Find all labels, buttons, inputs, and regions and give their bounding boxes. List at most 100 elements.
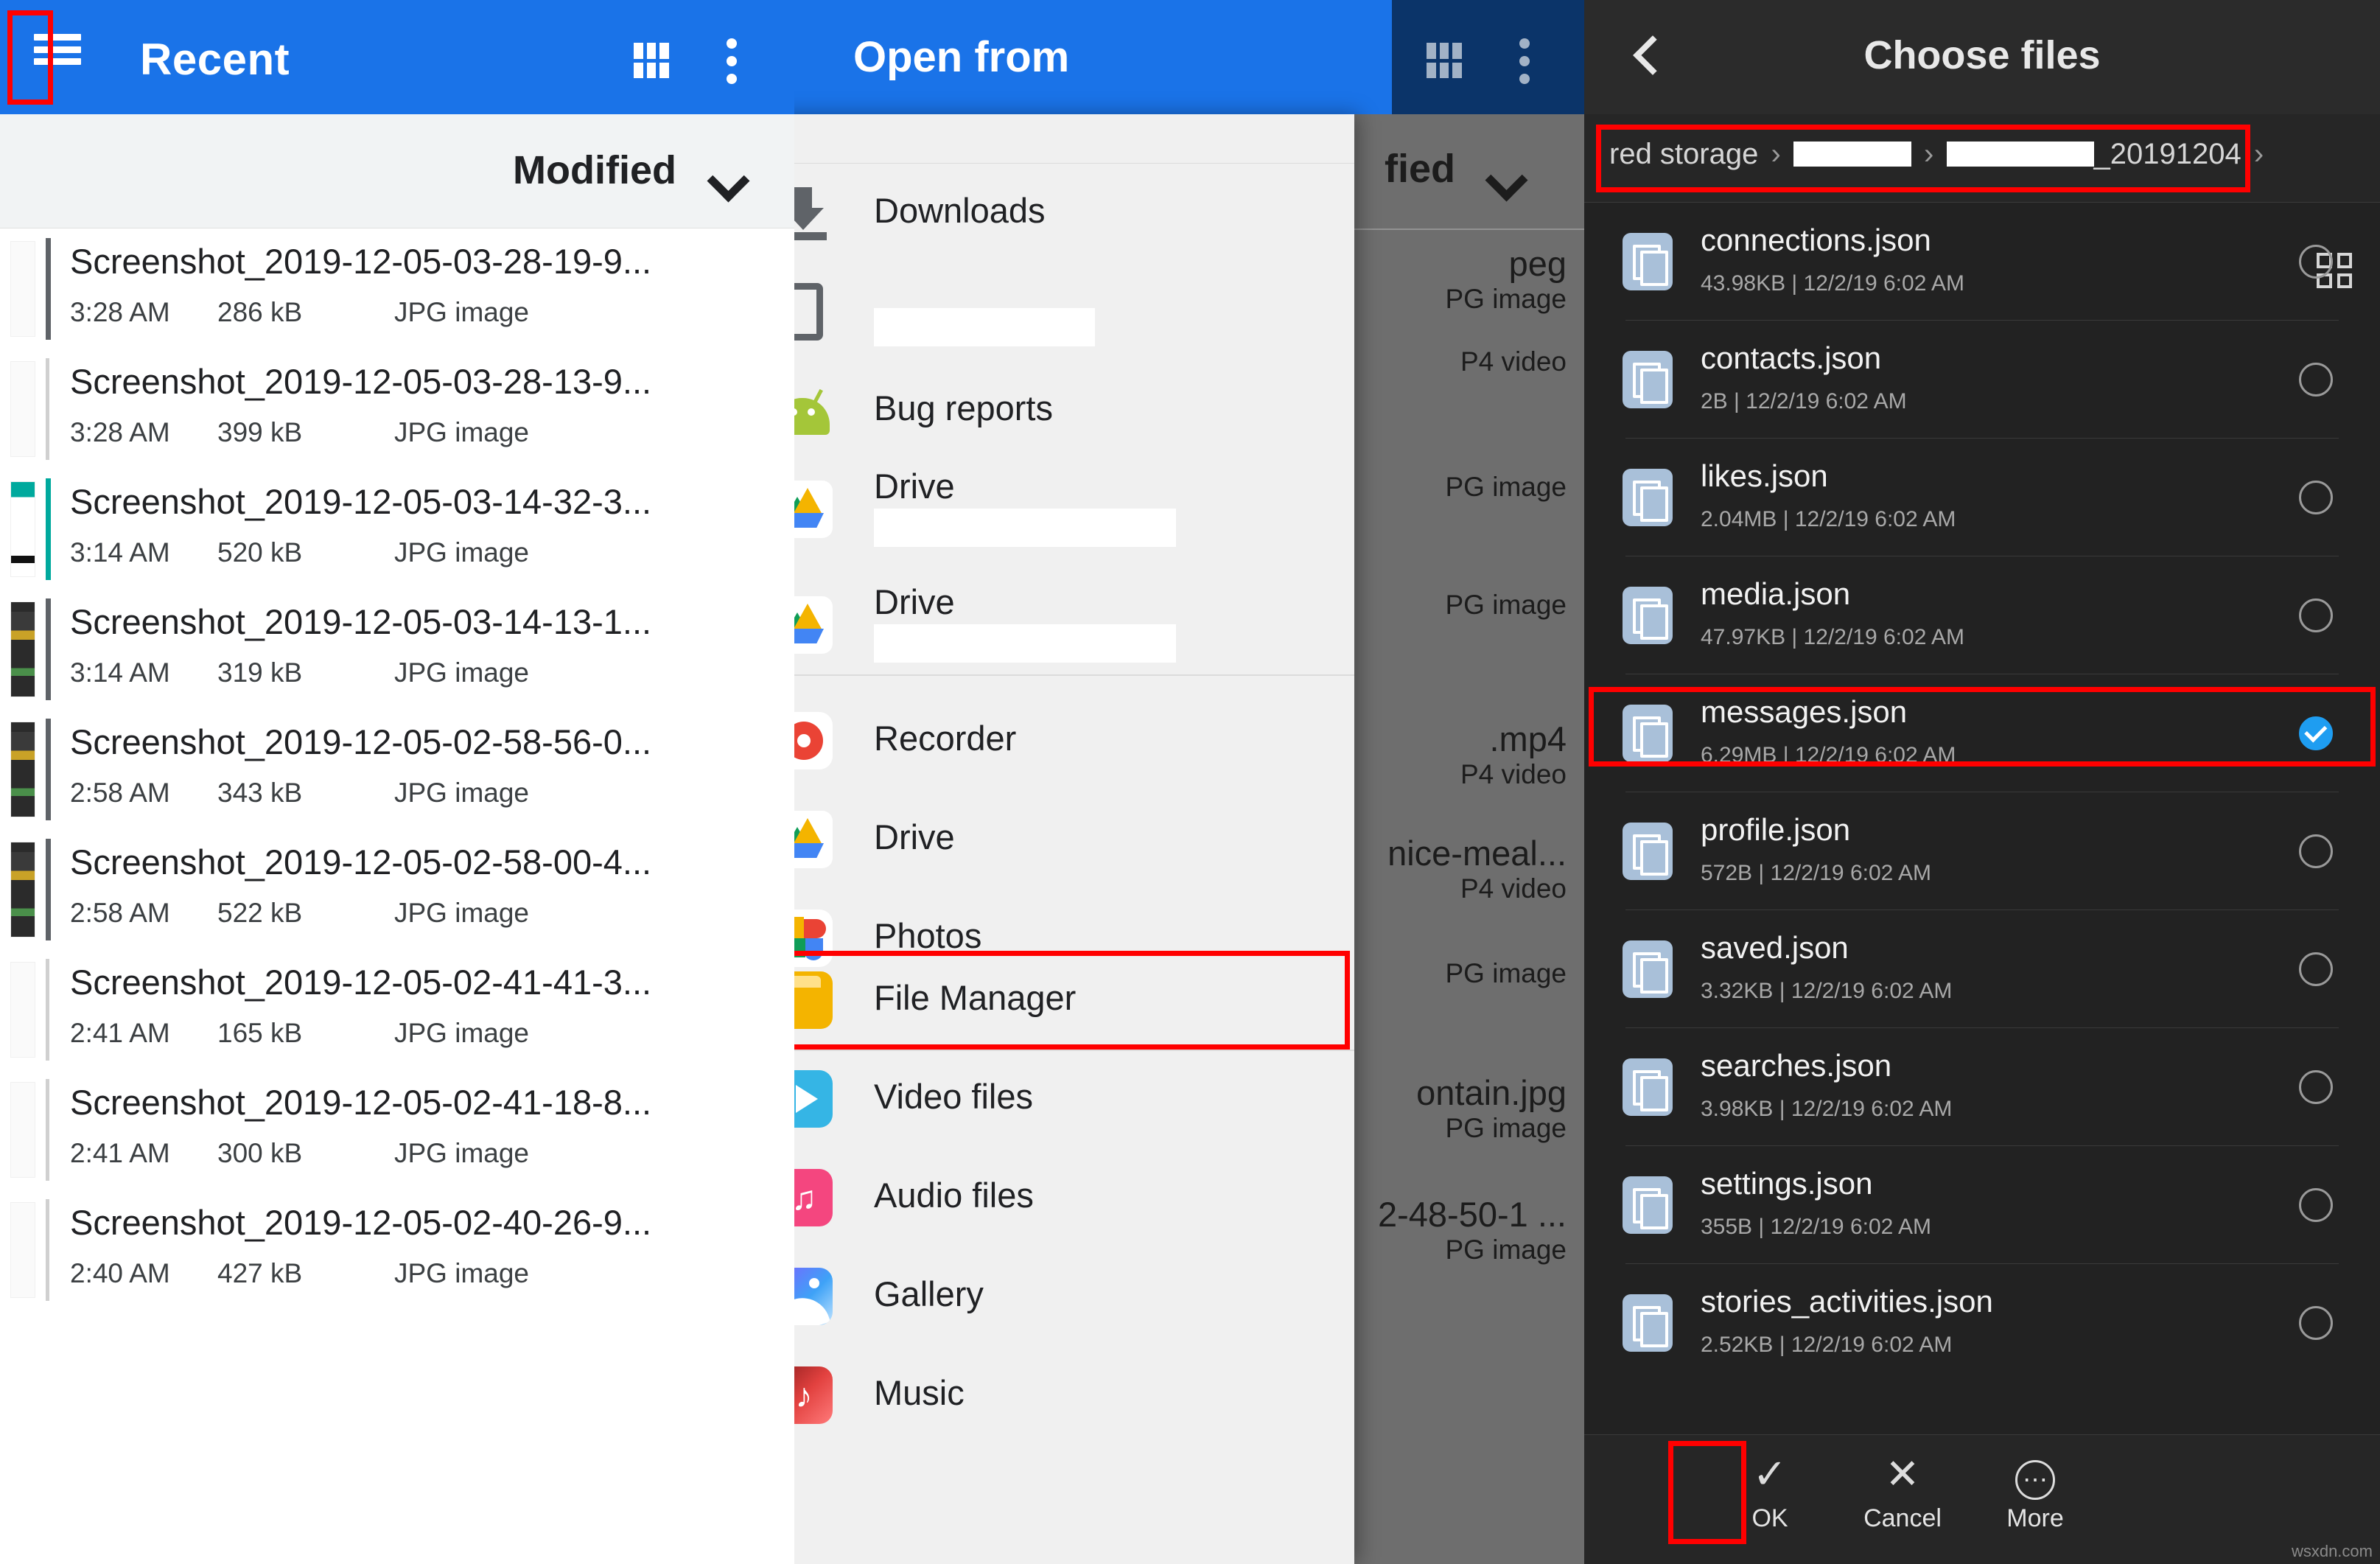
file-thumbnail [10, 722, 35, 817]
file-size: 522 kB [217, 898, 303, 928]
file-time: 2:40 AM [70, 1258, 170, 1288]
open-from-title: Open from [853, 33, 1070, 81]
drawer-item-label: Downloads [874, 191, 1046, 230]
file-type: JPG image [394, 778, 530, 808]
file-meta: 2.04MB | 12/2/19 6:02 AM [1701, 507, 1956, 531]
drawer-item-redacted[interactable] [794, 262, 1354, 361]
sort-label[interactable]: Modified [513, 147, 676, 193]
file-thumbnail-strip [46, 238, 51, 340]
drawer-item-gallery[interactable]: Gallery [794, 1247, 1354, 1346]
table-row[interactable]: searches.json 3.98KB | 12/2/19 6:02 AM [1584, 1029, 2380, 1147]
dimmed-file-row: peg PG image [1445, 243, 1567, 315]
breadcrumb-separator-3: › [2253, 138, 2264, 170]
row-divider [1625, 438, 2339, 439]
grid-view-icon[interactable] [1427, 43, 1462, 78]
file-name: .mp4 [1489, 719, 1567, 758]
more-button[interactable]: ⋯ More [1969, 1448, 2101, 1551]
recent-file-row[interactable]: Screenshot_2019-12-05-03-28-19-9... 3:28 … [0, 229, 794, 349]
file-size: 286 kB [217, 297, 303, 327]
table-row[interactable]: likes.json 2.04MB | 12/2/19 6:02 AM [1584, 439, 2380, 557]
table-row[interactable]: messages.json 6.29MB | 12/2/19 6:02 AM [1584, 675, 2380, 793]
table-row[interactable]: connections.json 43.98KB | 12/2/19 6:02 A… [1584, 203, 2380, 321]
drawer-item-label: Drive [874, 467, 955, 506]
more-vertical-icon[interactable] [727, 38, 737, 84]
file-select-radio[interactable] [2299, 1070, 2333, 1104]
open-from-appbar: Open from [794, 0, 1584, 114]
drawer-item-drive[interactable]: Drive [794, 790, 1354, 889]
drawer-item-music[interactable]: ♪ Music [794, 1346, 1354, 1445]
file-select-radio[interactable] [2299, 834, 2333, 868]
file-time: 2:58 AM [70, 778, 170, 808]
drawer-item-bug-reports[interactable]: Bug reports [794, 361, 1354, 460]
file-meta: 3.98KB | 12/2/19 6:02 AM [1701, 1097, 1953, 1121]
table-row[interactable]: settings.json 355B | 12/2/19 6:02 AM [1584, 1147, 2380, 1265]
file-manager-highlight-box [794, 951, 1350, 1050]
recent-file-row[interactable]: Screenshot_2019-12-05-02-41-18-8... 2:41 … [0, 1070, 794, 1190]
dimmed-file-row: nice-meal... P4 video [1387, 833, 1567, 904]
file-meta: 355B | 12/2/19 6:02 AM [1701, 1215, 1932, 1239]
chevron-down-icon[interactable] [710, 164, 741, 195]
redacted-account-label [874, 624, 1176, 663]
file-select-radio[interactable] [2299, 952, 2333, 986]
drawer-item-label: Bug reports [874, 388, 1053, 427]
cancel-button[interactable]: ✕ Cancel [1836, 1448, 1969, 1551]
drawer-item-drive[interactable]: Drive [794, 576, 1354, 674]
recent-file-row[interactable]: Screenshot_2019-12-05-03-14-13-1... 3:14 … [0, 590, 794, 710]
bottom-action-bar: ✓ OK ✕ Cancel ⋯ More wsxdn.com [1584, 1434, 2380, 1564]
file-size: 427 kB [217, 1258, 303, 1288]
recent-file-row[interactable]: Screenshot_2019-12-05-02-58-56-0... 2:58 … [0, 710, 794, 830]
row-divider [1625, 320, 2339, 321]
table-row[interactable]: profile.json 572B | 12/2/19 6:02 AM [1584, 793, 2380, 911]
drawer-item-downloads[interactable]: Downloads [794, 164, 1354, 262]
grid-view-icon[interactable] [634, 43, 669, 78]
file-time: 2:41 AM [70, 1018, 170, 1048]
file-thumbnail-strip [46, 478, 51, 580]
appbar-scrim [1392, 0, 1584, 114]
file-size: 399 kB [217, 417, 303, 447]
recent-file-row[interactable]: Screenshot_2019-12-05-03-28-13-9... 3:28 … [0, 349, 794, 469]
file-type: JPG image [394, 537, 530, 568]
table-row[interactable]: saved.json 3.32KB | 12/2/19 6:02 AM [1584, 911, 2380, 1029]
file-meta: 572B | 12/2/19 6:02 AM [1701, 861, 1932, 885]
drawer-item-recorder[interactable]: Recorder [794, 691, 1354, 790]
recent-file-list[interactable]: Screenshot_2019-12-05-03-28-19-9... 3:28 … [0, 229, 794, 1564]
file-select-radio[interactable] [2299, 245, 2333, 279]
file-select-radio[interactable] [2299, 481, 2333, 514]
file-select-radio[interactable] [2299, 598, 2333, 632]
file-type: JPG image [394, 898, 530, 928]
file-name: connections.json [1701, 223, 1931, 257]
file-name: Screenshot_2019-12-05-03-14-13-1... [70, 602, 652, 641]
choose-files-panel: Choose files red storage › › _20191204 ›… [1584, 0, 2380, 1564]
more-vertical-icon[interactable] [1519, 38, 1530, 84]
file-time: 2:41 AM [70, 1138, 170, 1168]
file-type: JPG image [394, 1018, 530, 1048]
file-name: Screenshot_2019-12-05-03-28-19-9... [70, 242, 652, 281]
table-row[interactable]: stories_activities.json 2.52KB | 12/2/19 … [1584, 1265, 2380, 1383]
file-select-radio[interactable] [2299, 363, 2333, 397]
file-thumbnail-strip [46, 1199, 49, 1301]
json-file-list[interactable]: connections.json 43.98KB | 12/2/19 6:02 A… [1584, 203, 2380, 1361]
table-row[interactable]: media.json 47.97KB | 12/2/19 6:02 AM [1584, 557, 2380, 675]
file-select-radio[interactable] [2299, 1188, 2333, 1222]
file-name: nice-meal... [1387, 834, 1567, 873]
drawer-item-audio-files[interactable]: ♫ Audio files [794, 1148, 1354, 1247]
recent-file-row[interactable]: Screenshot_2019-12-05-02-40-26-9... 2:40 … [0, 1190, 794, 1310]
recent-file-row[interactable]: Screenshot_2019-12-05-03-14-32-3... 3:14 … [0, 469, 794, 590]
table-row[interactable]: contacts.json 2B | 12/2/19 6:02 AM [1584, 321, 2380, 439]
recent-file-row[interactable]: Screenshot_2019-12-05-02-58-00-4... 2:58 … [0, 830, 794, 950]
file-type: JPG image [394, 1258, 530, 1288]
phone-storage-icon [794, 283, 833, 341]
drawer-item-drive[interactable]: Drive [794, 460, 1354, 559]
file-select-radio[interactable] [2299, 1306, 2333, 1340]
drawer-item-label: Drive [874, 582, 955, 621]
file-time: 3:14 AM [70, 657, 170, 688]
choose-files-title: Choose files [1863, 33, 2101, 77]
drawer-item-label: Audio files [874, 1176, 1034, 1215]
file-thumbnail [10, 842, 35, 938]
dimmed-file-row: 2-48-50-1 ... PG image [1378, 1194, 1567, 1265]
drawer-item-video-files[interactable]: Video files [794, 1050, 1354, 1148]
file-thumbnail [10, 241, 35, 337]
file-size: 165 kB [217, 1018, 303, 1048]
recent-file-row[interactable]: Screenshot_2019-12-05-02-41-41-3... 2:41 … [0, 950, 794, 1070]
file-size: 343 kB [217, 778, 303, 808]
